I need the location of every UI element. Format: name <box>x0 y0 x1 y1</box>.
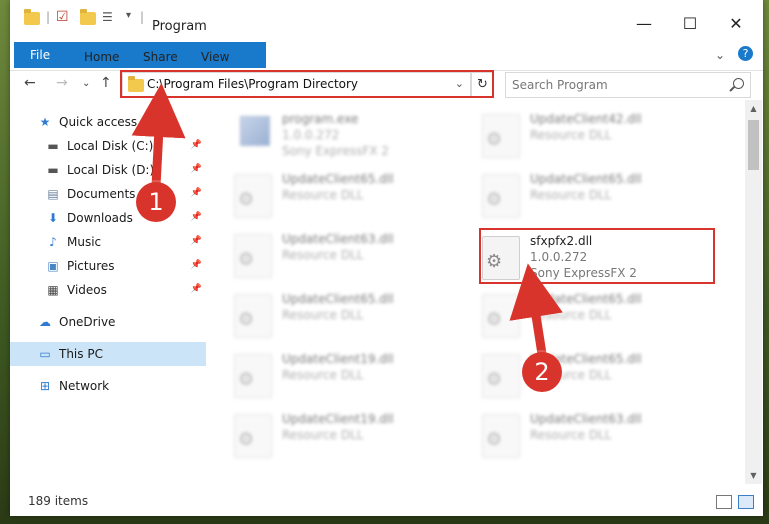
arrow-to-address-bar <box>131 83 186 187</box>
step-marker-1: 1 <box>136 182 176 222</box>
explorer-window: | ☑ ☰ ▾ | Program — ☐ ✕ File Home Share … <box>10 0 763 516</box>
annotation-arrows <box>131 83 563 355</box>
arrow-to-dll-file <box>509 263 563 355</box>
step-marker-2: 2 <box>522 352 562 392</box>
